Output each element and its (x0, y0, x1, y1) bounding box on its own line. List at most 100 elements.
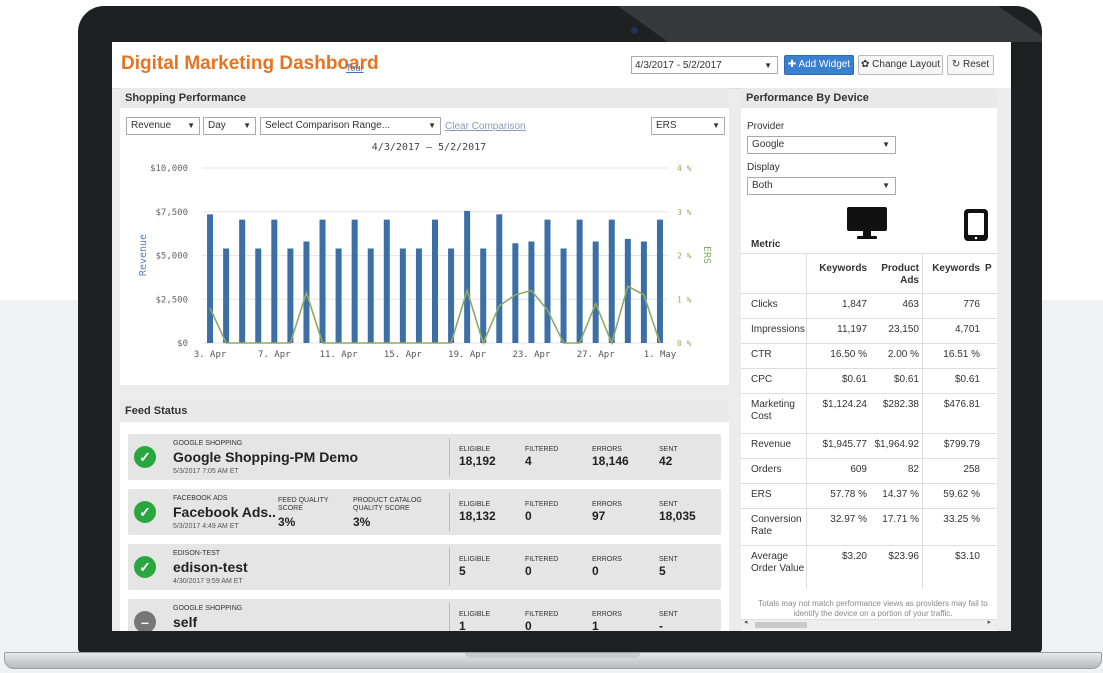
add-widget-button[interactable]: ✚ Add Widget (784, 55, 854, 75)
table-row-divider (741, 508, 997, 509)
vertical-scrollbar[interactable] (999, 88, 1011, 631)
metric-value: $476.81 (943, 399, 980, 410)
feed-row[interactable]: – GOOGLE SHOPPING self ELIGIBLE 1 FILTERED 0 ER… (128, 599, 721, 631)
y-axis-label: Revenue (138, 234, 149, 276)
metric-value: $0.61 (893, 374, 919, 385)
provider-select[interactable]: Google ▼ (747, 136, 896, 154)
column-header: Product Ads (881, 263, 919, 286)
metric-label: Conversion Rate (751, 514, 802, 537)
tablet-icon (964, 209, 988, 241)
metric-value: 2.00 % (887, 349, 919, 360)
y2-tick-label: 0 % (677, 339, 692, 348)
feed-row[interactable]: ✓ FACEBOOK ADS Facebook Ads.. 5/3/2017 4:49… (128, 489, 721, 535)
x-tick-label: 15. Apr (384, 350, 423, 360)
eligible-label: ELIGIBLE (459, 501, 491, 508)
caret-down-icon: ▼ (764, 61, 772, 70)
revenue-bar (480, 248, 487, 343)
metric-value: $282.38 (882, 399, 919, 410)
metric-value: $0.61 (954, 374, 980, 385)
filtered-label: FILTERED (525, 446, 559, 453)
y-tick-label: $5,000 (155, 252, 188, 262)
reset-button[interactable]: ↻ Reset (947, 55, 994, 75)
revenue-bar (223, 248, 230, 343)
metric-value: 11,197 (837, 324, 867, 335)
right-metric-select[interactable]: ERS ▼ (651, 117, 725, 135)
metric-value: $3.10 (954, 551, 980, 562)
metric-value: 17.71 % (882, 514, 919, 525)
feed-row[interactable]: ✓ GOOGLE SHOPPING Google Shopping-PM Demo 5… (128, 434, 721, 480)
filtered-value: 0 (525, 619, 532, 631)
feed-provider: FACEBOOK ADS (173, 495, 228, 502)
eligible-label: ELIGIBLE (459, 446, 491, 453)
feed-date: 5/3/2017 7:05 AM ET (173, 468, 239, 475)
scroll-left-icon[interactable]: ◂ (744, 618, 748, 626)
revenue-bar (576, 219, 583, 343)
metric-select[interactable]: Revenue ▼ (126, 117, 200, 135)
interval-select-value: Day (208, 120, 226, 131)
feed-status-panel: Feed Status ✓ GOOGLE SHOPPING Google Shopp… (120, 400, 729, 631)
revenue-bar (592, 241, 599, 343)
provider-label: Provider (747, 121, 785, 132)
revenue-bar (608, 219, 615, 343)
feed-divider (449, 548, 450, 586)
filtered-label: FILTERED (525, 611, 559, 618)
refresh-icon: ↻ (951, 59, 961, 70)
scroll-right-icon[interactable]: ▸ (987, 618, 991, 626)
right-metric-value: ERS (656, 120, 677, 131)
date-range-select[interactable]: 4/3/2017 - 5/2/2017 ▼ (631, 56, 778, 74)
errors-value: 97 (592, 509, 606, 523)
revenue-bar (512, 243, 519, 343)
y2-tick-label: 2 % (677, 252, 692, 261)
eligible-value: 1 (459, 619, 466, 631)
change-layout-button[interactable]: ✿ Change Layout (858, 55, 943, 75)
revenue-bar (656, 219, 663, 343)
display-select-value: Both (752, 180, 773, 191)
paused-status-icon: – (134, 611, 156, 631)
y-tick-label: $7,500 (155, 208, 188, 218)
page-title: Digital Marketing Dashboard (121, 53, 379, 74)
revenue-bar (207, 214, 214, 343)
display-select[interactable]: Both ▼ (747, 177, 896, 195)
x-tick-label: 27. Apr (577, 350, 616, 360)
metric-value: 776 (963, 299, 980, 310)
clear-comparison-link[interactable]: Clear Comparison (445, 121, 526, 132)
sent-value: 18,035 (659, 509, 696, 523)
revenue-bar (255, 248, 262, 343)
revenue-bar (399, 248, 406, 343)
device-panel-title: Performance By Device (741, 88, 997, 108)
metric-value: $1,124.24 (822, 399, 868, 410)
filtered-value: 0 (525, 509, 532, 523)
y2-tick-label: 4 % (677, 164, 692, 173)
tour-link[interactable]: Tour (346, 63, 364, 73)
shopping-panel-title: Shopping Performance (120, 88, 729, 108)
metric-label: Orders (751, 464, 782, 475)
table-row-divider (741, 483, 997, 484)
metric-value: $1,945.77 (822, 439, 868, 450)
scrollbar-thumb[interactable] (755, 622, 807, 628)
filtered-value: 0 (525, 564, 532, 578)
metric-value: 14.37 % (882, 489, 919, 500)
filtered-value: 4 (525, 454, 532, 468)
eligible-value: 18,132 (459, 509, 496, 523)
metric-value: 463 (902, 299, 919, 310)
base-notch (465, 653, 640, 658)
errors-label: ERRORS (592, 446, 622, 453)
revenue-bar (383, 219, 390, 343)
table-row-divider (741, 545, 997, 546)
metric-value: $23.96 (888, 551, 919, 562)
metric-select-value: Revenue (131, 120, 172, 131)
errors-label: ERRORS (592, 611, 622, 618)
metric-label: Clicks (751, 299, 778, 310)
filtered-label: FILTERED (525, 501, 559, 508)
comparison-range-select[interactable]: Select Comparison Range... ▼ (260, 117, 441, 135)
metric-label: CTR (751, 349, 772, 360)
table-column-divider (806, 253, 807, 589)
display-label: Display (747, 162, 780, 173)
sent-label: SENT (659, 556, 678, 563)
horizontal-scrollbar[interactable]: ◂ ▸ (741, 619, 997, 630)
revenue-bar (367, 248, 374, 343)
feed-row[interactable]: ✓ EDISON-TEST edison-test 4/30/2017 9:59 AM… (128, 544, 721, 590)
interval-select[interactable]: Day ▼ (203, 117, 256, 135)
x-tick-label: 3. Apr (194, 350, 227, 360)
revenue-bar (239, 219, 246, 343)
